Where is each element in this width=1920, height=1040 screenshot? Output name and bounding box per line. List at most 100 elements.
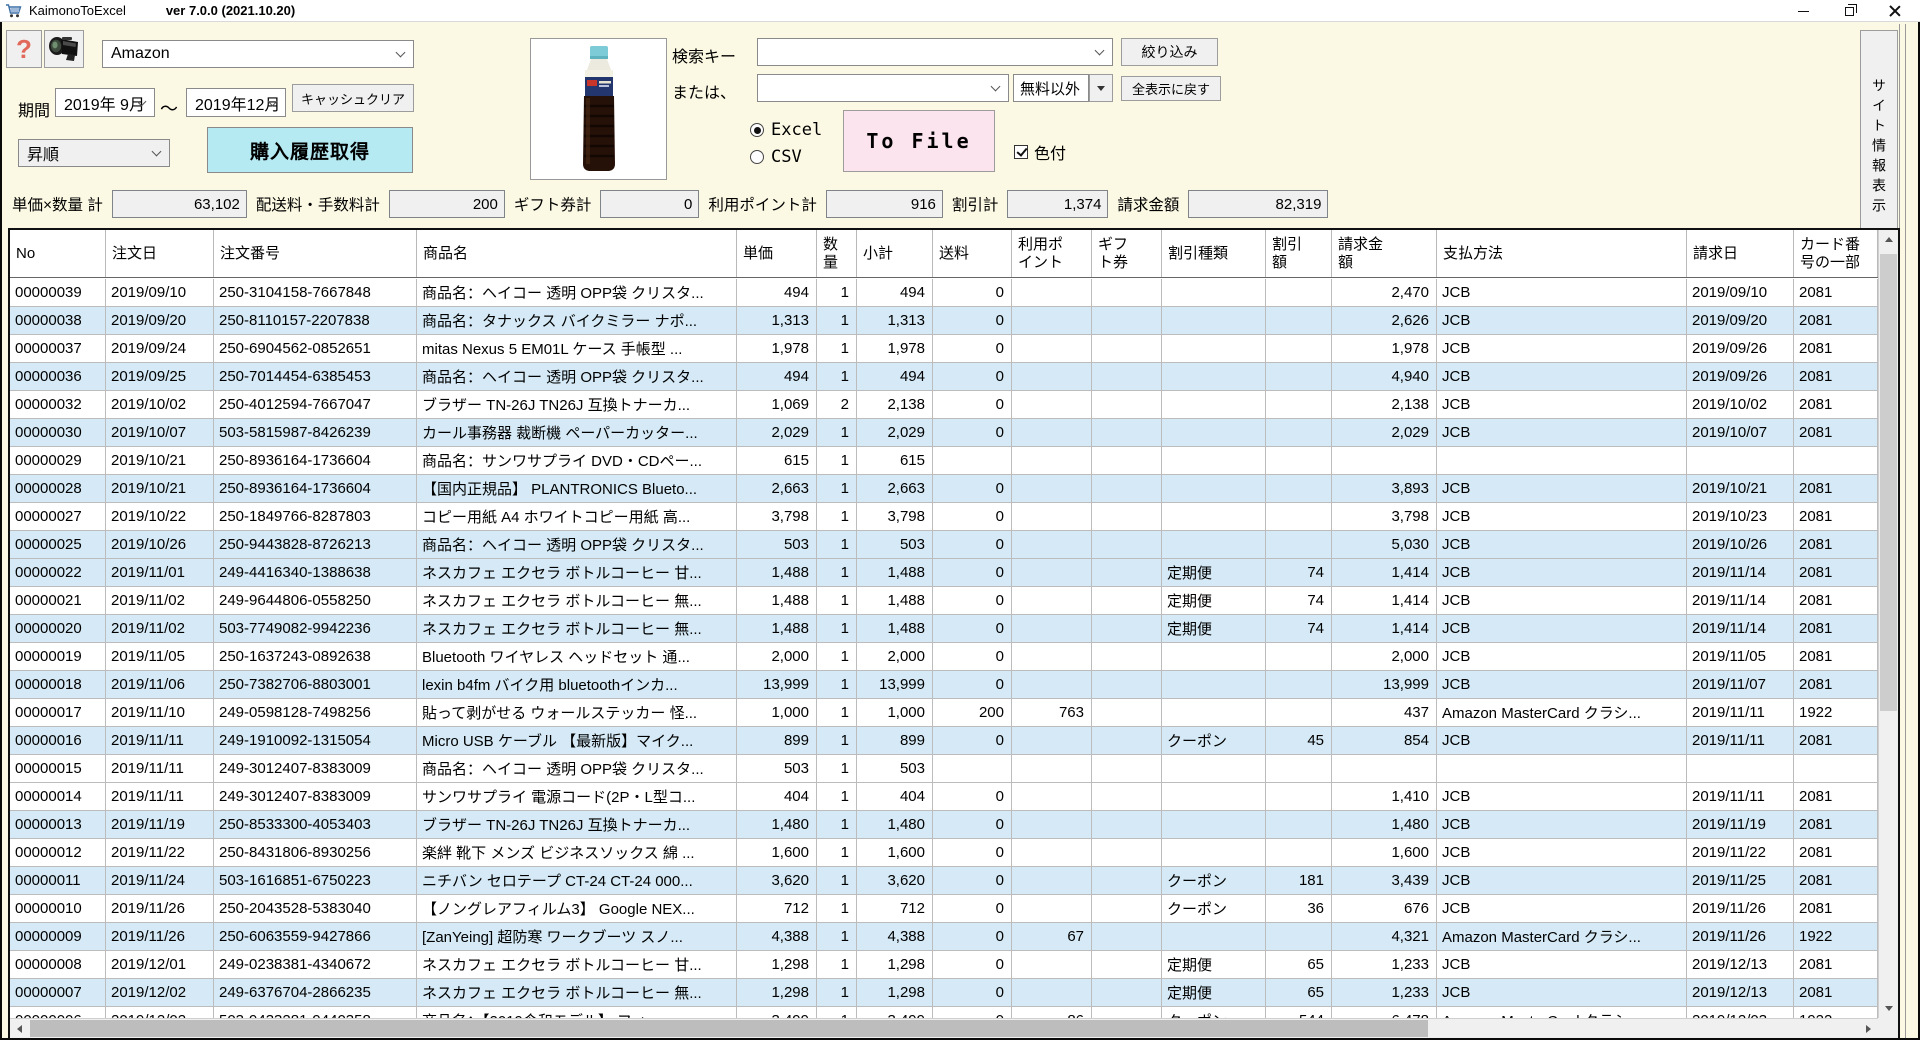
or-search-input[interactable] (757, 74, 1009, 102)
app-window: KaimonoToExcel ver 7.0.0 (2021.10.20) ? … (0, 0, 1920, 1040)
radio-excel[interactable]: Excel (750, 120, 822, 140)
radio-csv-icon (750, 150, 764, 164)
close-button[interactable] (1872, 0, 1918, 22)
table-row[interactable]: 000000372019/09/24250-6904562-0852651mit… (10, 335, 1878, 363)
table-cell (1162, 643, 1266, 670)
table-row[interactable]: 000000072019/12/02249-6376704-2866235ネスカ… (10, 979, 1878, 1007)
table-row[interactable]: 000000322019/10/02250-4012594-7667047ブラザ… (10, 391, 1878, 419)
table-row[interactable]: 000000162019/11/11249-1910092-1315054Mic… (10, 727, 1878, 755)
table-cell: JCB (1437, 671, 1687, 698)
table-cell: 1 (817, 867, 857, 894)
table-row[interactable]: 000000112019/11/24503-1616851-6750223ニチバ… (10, 867, 1878, 895)
chevron-down-icon (1095, 46, 1105, 56)
table-row[interactable]: 000000102019/11/26250-2043528-5383040【ノン… (10, 895, 1878, 923)
table-cell: 1,488 (857, 615, 933, 642)
period-to-select[interactable]: 2019年12月 (186, 88, 286, 117)
table-cell: 503-5815987-8426239 (214, 419, 417, 446)
free-filter-dropdown-button[interactable] (1089, 74, 1113, 102)
column-header: 支払方法 (1437, 230, 1687, 277)
table-row[interactable]: 000000082019/12/01249-0238381-4340672ネスカ… (10, 951, 1878, 979)
table-cell: 1 (817, 419, 857, 446)
table-cell: 【国内正規品】 PLANTRONICS Blueto... (417, 475, 737, 502)
table-row[interactable]: 000000192019/11/05250-1637243-0892638Blu… (10, 643, 1878, 671)
table-cell: 1 (817, 839, 857, 866)
table-cell: 定期便 (1162, 951, 1266, 978)
minimize-button[interactable] (1780, 0, 1826, 22)
site-select[interactable]: Amazon (102, 40, 414, 68)
table-row[interactable]: 000000292019/10/21250-8936164-1736604商品名… (10, 447, 1878, 475)
table-cell: 250-2043528-5383040 (214, 895, 417, 922)
filter-button[interactable]: 絞り込み (1121, 38, 1218, 66)
table-row[interactable]: 000000172019/11/10249-0598128-7498256貼って… (10, 699, 1878, 727)
table-row[interactable]: 000000142019/11/11249-3012407-8383009サンワ… (10, 783, 1878, 811)
table-row[interactable]: 000000062019/12/02503-9433281-9440358商品名… (10, 1007, 1878, 1018)
free-filter-value: 無料以外 (1020, 78, 1080, 99)
period-from-select[interactable]: 2019年 9月 (55, 88, 155, 117)
table-cell (1092, 979, 1162, 1006)
table-row[interactable]: 000000122019/11/22250-8431806-8930256楽絆 … (10, 839, 1878, 867)
site-select-value: Amazon (111, 45, 170, 63)
table-row[interactable]: 000000382019/09/20250-8110157-2207838商品名… (10, 307, 1878, 335)
table-row[interactable]: 000000132019/11/19250-8533300-4053403ブラザ… (10, 811, 1878, 839)
table-cell: 1,488 (737, 615, 817, 642)
column-header: 数 量 (817, 230, 857, 277)
sort-order-select[interactable]: 昇順 (18, 139, 170, 167)
horizontal-scroll-thumb[interactable] (30, 1020, 1428, 1037)
horizontal-scrollbar[interactable] (10, 1018, 1898, 1038)
video-camera-button[interactable] (44, 30, 84, 68)
table-cell: 250-4012594-7667047 (214, 391, 417, 418)
vertical-scrollbar[interactable] (1878, 230, 1898, 1018)
table-row[interactable]: 000000212019/11/02249-9644806-0558250ネスカ… (10, 587, 1878, 615)
chevron-down-icon (396, 48, 406, 58)
reset-view-button[interactable]: 全表示に戻す (1121, 76, 1221, 101)
table-cell: 商品名：【2019令和モデル】 フィー... (417, 1007, 737, 1018)
free-filter-select[interactable]: 無料以外 (1013, 74, 1089, 102)
table-cell: 2081 (1794, 811, 1878, 838)
table-row[interactable]: 000000392019/09/10250-3104158-7667848商品名… (10, 279, 1878, 307)
table-cell: 2019/11/26 (1687, 923, 1794, 950)
table-cell: 2019/11/11 (106, 755, 214, 782)
table-cell (1162, 923, 1266, 950)
table-cell: 0 (933, 503, 1012, 530)
table-cell: ネスカフェ エクセラ ボトルコーヒー 甘... (417, 559, 737, 586)
scroll-down-button[interactable] (1879, 999, 1898, 1018)
table-cell: ネスカフェ エクセラ ボトルコーヒー 甘... (417, 951, 737, 978)
table-row[interactable]: 000000362019/09/25250-7014454-6385453商品名… (10, 363, 1878, 391)
vertical-scroll-thumb[interactable] (1880, 254, 1897, 711)
table-row[interactable]: 000000272019/10/22250-1849766-8287803コピー… (10, 503, 1878, 531)
table-cell: 1,414 (1332, 559, 1437, 586)
table-cell: 2019/11/06 (106, 671, 214, 698)
table-row[interactable]: 000000222019/11/01249-4416340-1388638ネスカ… (10, 559, 1878, 587)
search-key-input[interactable] (757, 38, 1113, 66)
table-cell: 2019/12/13 (1687, 951, 1794, 978)
table-cell: 2019/11/01 (106, 559, 214, 586)
table-cell: 615 (857, 447, 933, 474)
table-cell (1162, 839, 1266, 866)
to-file-button[interactable]: To File (843, 110, 995, 172)
app-cart-icon (5, 3, 23, 19)
table-cell: 2019/09/24 (106, 335, 214, 362)
table-row[interactable]: 000000302019/10/07503-5815987-8426239カール… (10, 419, 1878, 447)
table-cell: 250-8936164-1736604 (214, 475, 417, 502)
color-checkbox[interactable]: 色付 (1014, 140, 1066, 164)
fetch-history-button[interactable]: 購入履歴取得 (207, 127, 413, 173)
help-button[interactable]: ? (6, 30, 42, 68)
table-row[interactable]: 000000252019/10/26250-9443828-8726213商品名… (10, 531, 1878, 559)
table-row[interactable]: 000000282019/10/21250-8936164-1736604【国内… (10, 475, 1878, 503)
table-row[interactable]: 000000202019/11/02503-7749082-9942236ネスカ… (10, 615, 1878, 643)
table-row[interactable]: 000000092019/11/26250-6063559-9427866[Za… (10, 923, 1878, 951)
table-cell (1266, 475, 1332, 502)
radio-csv[interactable]: CSV (750, 147, 802, 167)
table-cell: 0 (933, 671, 1012, 698)
table-cell: 250-6063559-9427866 (214, 923, 417, 950)
table-cell: 商品名：ヘイコー 透明 OPP袋 クリスタ... (417, 531, 737, 558)
app-title: KaimonoToExcel (29, 3, 126, 18)
scroll-up-button[interactable] (1879, 230, 1898, 249)
scroll-right-button[interactable] (1859, 1019, 1878, 1038)
scroll-left-button[interactable] (10, 1019, 29, 1038)
table-row[interactable]: 000000152019/11/11249-3012407-8383009商品名… (10, 755, 1878, 783)
table-row[interactable]: 000000182019/11/06250-7382706-8803001lex… (10, 671, 1878, 699)
right-edge-divider (1899, 24, 1906, 1038)
cache-clear-button[interactable]: キャッシュクリア (292, 84, 414, 112)
restore-button[interactable] (1826, 0, 1872, 22)
